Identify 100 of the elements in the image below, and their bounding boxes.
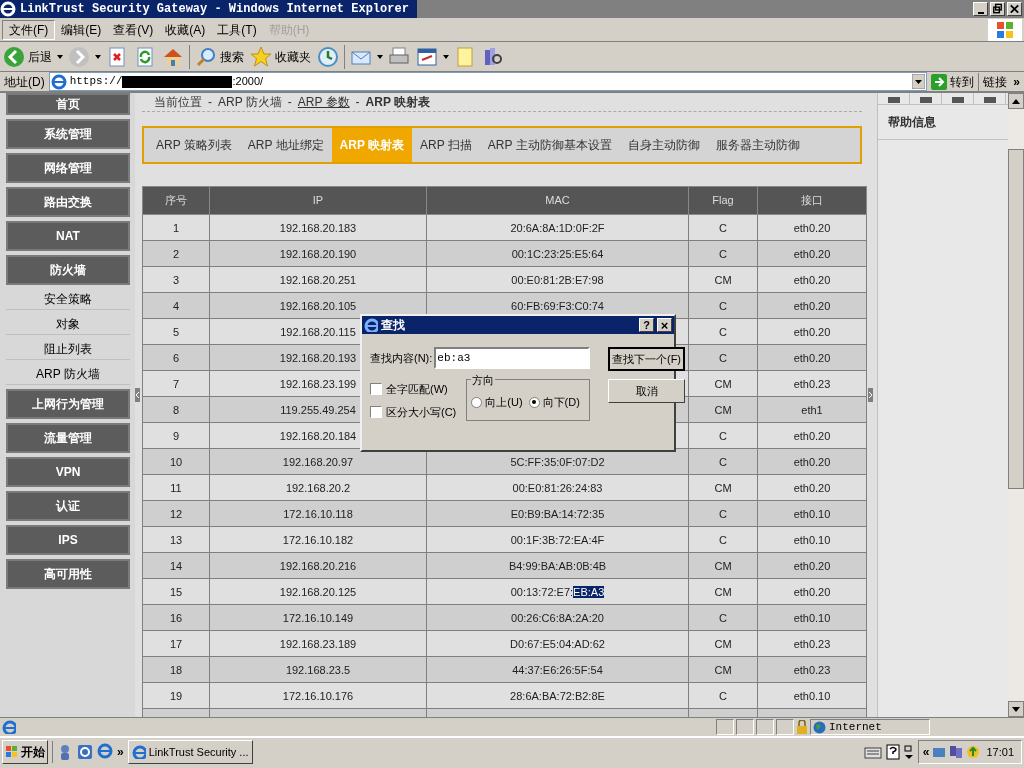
nav-subitem[interactable]: 安全策略 xyxy=(6,289,130,310)
go-button[interactable]: 转到 xyxy=(929,72,977,91)
tab[interactable]: ARP 地址绑定 xyxy=(239,128,332,162)
table-cell: eth0.20 xyxy=(757,344,867,371)
tab[interactable]: ARP 策略列表 xyxy=(148,128,240,162)
windows-logo-icon xyxy=(988,18,1022,41)
nav-button[interactable]: 流量管理 xyxy=(6,423,130,453)
table-cell: 00:E0:81:26:24:83 xyxy=(426,474,689,501)
minimize-button[interactable] xyxy=(973,2,988,16)
nav-subitem[interactable]: 阻止列表 xyxy=(6,339,130,360)
table-cell: C xyxy=(688,240,758,267)
table-cell: 192.168.20.190 xyxy=(209,240,427,267)
checkbox[interactable] xyxy=(370,383,382,396)
taskbar-button[interactable]: LinkTrust Security ... xyxy=(127,740,253,764)
table-cell: 192.168.20.216 xyxy=(209,552,427,579)
radio-button[interactable] xyxy=(528,396,540,408)
dialog-button[interactable]: 查找下一个(F) xyxy=(608,347,685,371)
nav-button[interactable]: 高可用性 xyxy=(6,559,130,589)
tab[interactable]: 自身主动防御 xyxy=(619,128,708,162)
dropdown-caret-icon[interactable] xyxy=(57,53,63,60)
nav-button[interactable]: VPN xyxy=(6,457,130,487)
group-label: 方向 xyxy=(471,372,496,389)
start-button[interactable]: 开始 xyxy=(2,740,48,764)
tab[interactable]: ARP 扫描 xyxy=(412,128,480,162)
dialog-button[interactable]: 取消 xyxy=(608,379,685,403)
menu-item[interactable]: 工具(T) xyxy=(211,19,263,40)
close-button[interactable]: × xyxy=(657,318,672,332)
nav-button[interactable]: 防火墙 xyxy=(6,255,130,285)
tab[interactable]: 服务器主动防御 xyxy=(707,128,808,162)
radio-button[interactable] xyxy=(471,396,483,408)
menu-item[interactable]: 查看(V) xyxy=(107,19,160,40)
dropdown-caret-icon[interactable] xyxy=(443,53,449,60)
address-field[interactable]: https:// :2000/ xyxy=(48,72,928,91)
toolbar-button[interactable]: 搜索 xyxy=(194,43,245,70)
nav-button[interactable]: 首页 xyxy=(6,93,130,115)
table-cell: eth0.20 xyxy=(757,214,867,241)
expand-tray-button[interactable]: « xyxy=(922,743,930,761)
update-icon[interactable] xyxy=(966,745,981,759)
nav-button[interactable]: NAT xyxy=(6,221,130,251)
dropdown-caret-icon[interactable] xyxy=(377,53,383,60)
table-cell: 28:6A:BA:72:B2:8E xyxy=(426,682,689,709)
toolbar-button[interactable]: 后退 xyxy=(2,43,53,70)
column-header: 序号 xyxy=(142,186,210,215)
collapse-handle-icon[interactable] xyxy=(135,388,140,402)
dropdown-arrow-icon[interactable] xyxy=(912,74,926,89)
table-cell: 20:6A:8A:1D:0F:2F xyxy=(426,214,689,241)
menu-item[interactable]: 文件(F) xyxy=(2,19,56,40)
table-cell: 192.168.20.125 xyxy=(209,578,427,605)
table-cell: eth0.20 xyxy=(757,578,867,605)
scrollbar[interactable] xyxy=(1008,93,1024,717)
restore-button[interactable] xyxy=(990,2,1005,16)
url-text: :2000/ xyxy=(232,74,264,90)
table-cell: 00:26:C6:8A:2A:20 xyxy=(426,604,689,631)
restore-icon[interactable] xyxy=(903,744,914,760)
table-cell: 10 xyxy=(142,448,210,475)
table-cell: 192.168.20.183 xyxy=(209,214,427,241)
nav-button[interactable]: IPS xyxy=(6,525,130,555)
more-button[interactable]: » xyxy=(117,743,124,761)
dropdown-caret-icon[interactable] xyxy=(95,53,101,60)
table-cell: eth0.20 xyxy=(757,240,867,267)
menu-item[interactable]: 编辑(E) xyxy=(55,19,108,40)
square-icon xyxy=(951,97,964,104)
scroll-down-icon[interactable] xyxy=(1012,706,1020,712)
nav-button[interactable]: 系统管理 xyxy=(6,119,130,149)
dialog-title: 查找 xyxy=(381,317,405,334)
app-icon[interactable] xyxy=(77,743,93,761)
windows-logo-icon xyxy=(5,745,19,759)
square-icon xyxy=(983,97,996,104)
table-cell: E0:B9:BA:14:72:35 xyxy=(426,500,689,527)
more-button[interactable]: » xyxy=(1011,72,1022,91)
table-cell: C xyxy=(688,500,758,527)
collapse-handle-icon[interactable] xyxy=(868,388,873,402)
search-field[interactable]: eb:a3 xyxy=(434,347,590,369)
nav-button[interactable]: 路由交换 xyxy=(6,187,130,217)
checkbox[interactable] xyxy=(370,405,382,418)
nav-button[interactable]: 网络管理 xyxy=(6,153,130,183)
menu-item[interactable]: 收藏(A) xyxy=(159,19,212,40)
window-title: LinkTrust Security Gateway - Windows Internet Explorer xyxy=(20,1,409,18)
help-icon[interactable] xyxy=(885,744,900,760)
column-header: 接口 xyxy=(757,186,867,215)
table-cell: 6 xyxy=(142,344,210,371)
browser-icon[interactable] xyxy=(97,743,113,761)
close-button[interactable] xyxy=(1007,2,1022,16)
table-cell: 00:1F:3B:72:EA:4F xyxy=(426,526,689,553)
help-button[interactable]: ? xyxy=(639,318,654,332)
scroll-up-icon[interactable] xyxy=(1012,98,1020,104)
nav-button[interactable]: 认证 xyxy=(6,491,130,521)
table-cell: D0:67:E5:04:AD:62 xyxy=(426,630,689,657)
table-cell: 11 xyxy=(142,474,210,501)
table-cell: CM xyxy=(688,266,758,293)
toolbar-button[interactable]: 收藏夹 xyxy=(249,43,312,70)
tab[interactable]: ARP 主动防御基本设置 xyxy=(479,128,620,162)
table-cell: eth0.20 xyxy=(757,266,867,293)
close-icon xyxy=(1008,2,1021,16)
nav-subitem[interactable]: ARP 防火墙 xyxy=(6,364,130,385)
breadcrumb-link[interactable]: ARP 参数 xyxy=(297,93,350,111)
links-button[interactable]: 链接 xyxy=(981,72,1010,91)
nav-button[interactable]: 上网行为管理 xyxy=(6,389,130,419)
table-cell: eth0.20 xyxy=(757,448,867,475)
nav-subitem[interactable]: 对象 xyxy=(6,314,130,335)
